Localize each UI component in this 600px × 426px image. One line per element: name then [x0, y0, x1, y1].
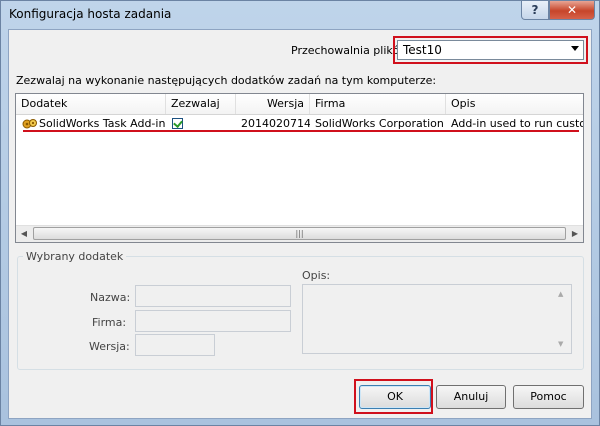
highlight-ok — [354, 379, 433, 414]
column-header-version[interactable]: Wersja — [236, 94, 310, 114]
help-icon[interactable]: ? — [521, 1, 549, 20]
name-label: Nazwa: — [90, 291, 131, 304]
scroll-thumb[interactable]: ||| — [33, 227, 566, 240]
task-host-config-dialog: Konfiguracja hosta zadania ? ✕ Przechowa… — [0, 0, 600, 426]
company-label: Firma: — [92, 316, 127, 329]
scroll-left-icon[interactable]: ◀ — [16, 226, 32, 242]
selected-addin-title: Wybrany dodatek — [23, 250, 127, 263]
cancel-button[interactable]: Anuluj — [436, 385, 506, 409]
version-field — [135, 334, 215, 356]
column-header-company[interactable]: Firma — [310, 94, 446, 114]
addin-icon — [22, 119, 37, 129]
version-label: Wersja: — [89, 340, 130, 353]
column-header-description[interactable]: Opis — [446, 94, 583, 114]
list-header: Dodatek Zezwalaj Wersja Firma Opis — [16, 94, 583, 115]
highlight-vault — [393, 36, 588, 64]
scroll-up-icon: ▲ — [558, 290, 564, 298]
company-field — [135, 310, 291, 332]
scroll-down-icon: ▼ — [558, 340, 564, 348]
addin-name: SolidWorks Task Add-in — [39, 117, 166, 130]
desc-scrollbar: ▲ ▼ — [556, 286, 570, 352]
allow-checkbox[interactable] — [172, 118, 183, 129]
addins-list[interactable]: Dodatek Zezwalaj Wersja Firma Opis Solid… — [15, 93, 584, 243]
highlight-row-underline — [23, 130, 579, 132]
column-header-allow[interactable]: Zezwalaj — [166, 94, 236, 114]
scroll-right-icon[interactable]: ▶ — [567, 226, 583, 242]
desc-label: Opis: — [302, 269, 331, 282]
name-field — [135, 285, 291, 307]
column-header-addin[interactable]: Dodatek — [16, 94, 166, 114]
title-bar[interactable]: Konfiguracja hosta zadania ? ✕ — [1, 1, 599, 29]
close-icon[interactable]: ✕ — [549, 1, 595, 20]
desc-field: ▲ ▼ — [302, 284, 572, 354]
addins-description: Zezwalaj na wykonanie następujących doda… — [16, 74, 437, 87]
help-button[interactable]: Pomoc — [513, 385, 584, 409]
horizontal-scrollbar[interactable]: ◀ ||| ▶ — [16, 225, 583, 242]
window-title: Konfiguracja hosta zadania — [9, 7, 172, 21]
